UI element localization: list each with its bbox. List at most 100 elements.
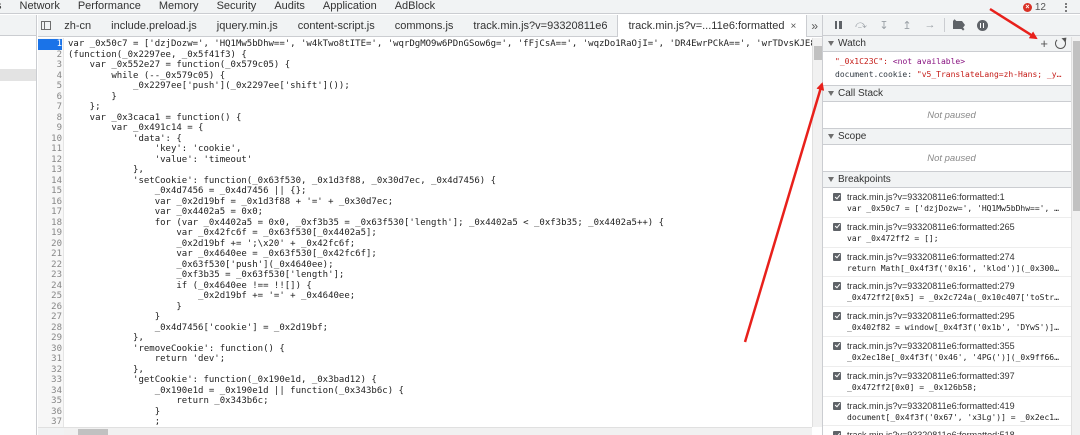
file-tab-track-min[interactable]: track.min.js?v=93320811e6 xyxy=(463,15,617,36)
breakpoint-checkbox[interactable] xyxy=(833,222,841,231)
breakpoints-section-header[interactable]: Breakpoints xyxy=(823,172,1080,188)
line-number[interactable]: 21 xyxy=(38,249,62,260)
breakpoint-item[interactable]: track.min.js?v=93320811e6:formatted:274 r… xyxy=(823,248,1080,278)
scrollbar-thumb[interactable] xyxy=(1073,41,1080,211)
line-number[interactable]: 28 xyxy=(38,323,62,334)
breakpoint-item[interactable]: track.min.js?v=93320811e6:formatted:1 var… xyxy=(823,188,1080,218)
line-number[interactable]: 32 xyxy=(38,365,62,376)
line-number[interactable]: 23 xyxy=(38,270,62,281)
file-tab-include-preload[interactable]: include.preload.js xyxy=(101,15,207,36)
editor-vertical-scrollbar[interactable] xyxy=(812,38,822,427)
line-number[interactable]: 31 xyxy=(38,354,62,365)
pause-icon[interactable] xyxy=(829,17,847,33)
panel-tab-performance[interactable]: Performance xyxy=(69,0,150,14)
line-number[interactable]: 10 xyxy=(38,134,62,145)
file-tab-commons[interactable]: commons.js xyxy=(385,15,464,36)
line-number[interactable]: 26 xyxy=(38,302,62,313)
navigator-selected-item[interactable] xyxy=(0,69,36,81)
line-number[interactable]: 1 xyxy=(38,39,62,50)
breakpoint-item[interactable]: track.min.js?v=93320811e6:formatted:295 _… xyxy=(823,307,1080,337)
breakpoint-item[interactable]: track.min.js?v=93320811e6:formatted:397 _… xyxy=(823,367,1080,397)
panel-tab-sources-partial[interactable]: s xyxy=(0,0,11,14)
line-number[interactable]: 3 xyxy=(38,60,62,71)
line-number[interactable]: 24 xyxy=(38,281,62,292)
line-number[interactable]: 11 xyxy=(38,144,62,155)
breakpoint-checkbox[interactable] xyxy=(833,282,841,291)
line-number[interactable]: 18 xyxy=(38,218,62,229)
line-number[interactable]: 13 xyxy=(38,165,62,176)
add-watch-icon[interactable]: + xyxy=(1040,36,1048,51)
refresh-watch-icon[interactable] xyxy=(1055,38,1066,49)
line-number[interactable]: 12 xyxy=(38,155,62,166)
line-number[interactable]: 15 xyxy=(38,186,62,197)
line-number[interactable]: 37 xyxy=(38,417,62,427)
panel-tab-memory[interactable]: Memory xyxy=(150,0,208,14)
breakpoint-item[interactable]: track.min.js?v=93320811e6:formatted:265 v… xyxy=(823,218,1080,248)
breakpoint-checkbox[interactable] xyxy=(833,371,841,380)
panel-tab-application[interactable]: Application xyxy=(314,0,386,14)
step-out-icon[interactable]: ↥ xyxy=(898,17,916,33)
line-number[interactable]: 8 xyxy=(38,113,62,124)
line-number[interactable]: 2 xyxy=(38,50,62,61)
breakpoint-item[interactable]: track.min.js?v=93320811e6:formatted:419 d… xyxy=(823,397,1080,427)
file-tab-zh-cn[interactable]: zh-cn xyxy=(54,15,101,36)
step-icon[interactable]: → xyxy=(921,17,939,33)
line-number[interactable]: 14 xyxy=(38,176,62,187)
breakpoint-item[interactable]: track.min.js?v=93320811e6:formatted:279 _… xyxy=(823,277,1080,308)
toggle-navigator-icon[interactable] xyxy=(38,15,54,36)
line-number[interactable]: 35 xyxy=(38,396,62,407)
line-number[interactable]: 6 xyxy=(38,92,62,103)
scope-section-header[interactable]: Scope xyxy=(823,129,1080,145)
scrollbar-thumb[interactable] xyxy=(814,46,822,60)
step-into-icon[interactable]: ↧ xyxy=(875,17,893,33)
line-number[interactable]: 4 xyxy=(38,71,62,82)
pause-on-exceptions-icon[interactable] xyxy=(973,17,991,33)
line-number[interactable]: 29 xyxy=(38,333,62,344)
line-number[interactable]: 20 xyxy=(38,239,62,250)
watch-expression[interactable]: "_0x1C23C": <not available> xyxy=(835,55,1075,68)
scrollbar-thumb[interactable] xyxy=(78,429,108,435)
more-options-icon[interactable] xyxy=(1060,1,1072,13)
breakpoint-item[interactable]: track.min.js?v=93320811e6:formatted:518i… xyxy=(823,426,1080,435)
breakpoint-checkbox[interactable] xyxy=(833,312,841,321)
call-stack-section-header[interactable]: Call Stack xyxy=(823,86,1080,102)
breakpoint-checkbox[interactable] xyxy=(833,431,841,435)
breakpoint-checkbox[interactable] xyxy=(833,341,841,350)
editor-horizontal-scrollbar[interactable] xyxy=(64,427,812,435)
line-number[interactable]: 19 xyxy=(38,228,62,239)
watch-section-header[interactable]: Watch + xyxy=(823,36,1080,52)
panel-tab-security[interactable]: Security xyxy=(208,0,266,14)
line-number[interactable]: 9 xyxy=(38,123,62,134)
code-text: } xyxy=(68,406,161,417)
line-number[interactable]: 16 xyxy=(38,197,62,208)
code-editor[interactable]: 1 var _0x50c7 = ['dzjDozw=', 'HQ1Mw5bDhw=… xyxy=(38,38,812,427)
step-over-icon[interactable]: ⤼ xyxy=(852,17,870,33)
breakpoint-checkbox[interactable] xyxy=(833,252,841,261)
line-number[interactable]: 5 xyxy=(38,81,62,92)
line-number[interactable]: 34 xyxy=(38,386,62,397)
deactivate-breakpoints-icon[interactable] xyxy=(950,17,968,33)
panel-tab-audits[interactable]: Audits xyxy=(265,0,314,14)
more-tabs-icon[interactable]: » xyxy=(807,15,822,36)
sidebar-vertical-scrollbar[interactable] xyxy=(1071,37,1080,435)
file-tab-jquery[interactable]: jquery.min.js xyxy=(207,15,288,36)
breakpoint-source: _0x402f82 = window[_0x4f3f('0x1b', 'DYwS… xyxy=(847,323,1059,333)
breakpoint-item[interactable]: track.min.js?v=93320811e6:formatted:355 _… xyxy=(823,337,1080,367)
line-number[interactable]: 25 xyxy=(38,291,62,302)
file-tab-track-formatted[interactable]: track.min.js?v=...11e6:formatted × xyxy=(617,15,808,37)
line-number[interactable]: 22 xyxy=(38,260,62,271)
error-counter[interactable]: × 12 xyxy=(1022,0,1046,14)
panel-tab-network[interactable]: Network xyxy=(11,0,69,14)
file-tab-content-script[interactable]: content-script.js xyxy=(288,15,385,36)
close-tab-icon[interactable]: × xyxy=(790,21,796,32)
line-number[interactable]: 33 xyxy=(38,375,62,386)
panel-tab-adblock[interactable]: AdBlock xyxy=(386,0,444,14)
watch-expression[interactable]: document.cookie: "v5_TranslateLang=zh-Ha… xyxy=(835,68,1075,81)
breakpoint-checkbox[interactable] xyxy=(833,401,841,410)
line-number[interactable]: 27 xyxy=(38,312,62,323)
line-number[interactable]: 7 xyxy=(38,102,62,113)
breakpoint-checkbox[interactable] xyxy=(833,193,841,201)
line-number[interactable]: 36 xyxy=(38,407,62,418)
line-number[interactable]: 30 xyxy=(38,344,62,355)
line-number[interactable]: 17 xyxy=(38,207,62,218)
